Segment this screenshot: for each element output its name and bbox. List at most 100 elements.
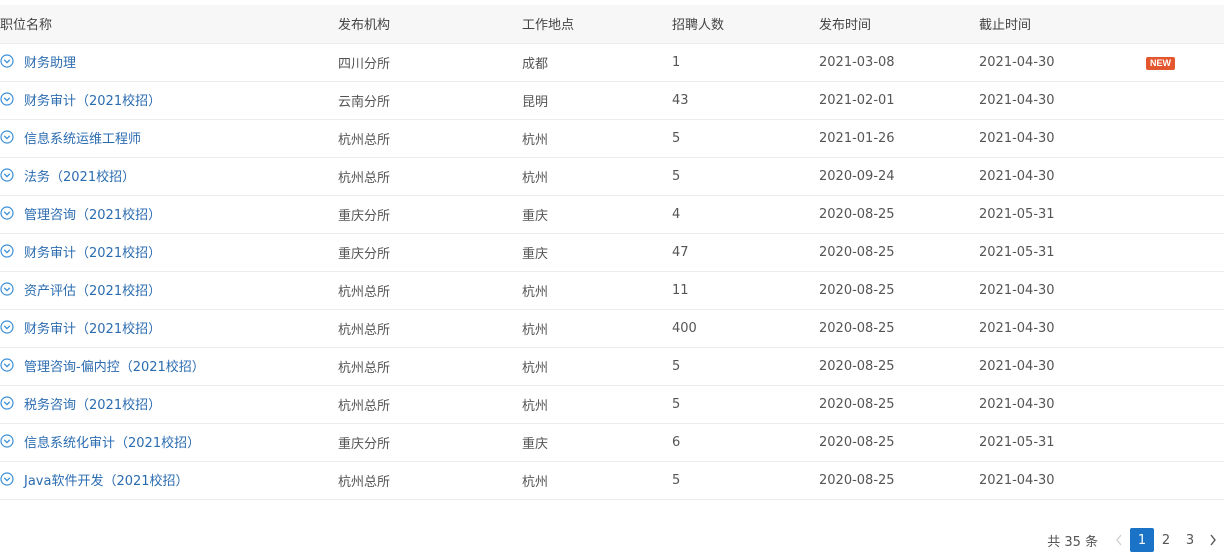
job-title-link[interactable]: Java软件开发（2021校招）: [24, 470, 189, 489]
job-badge-cell: [1141, 347, 1224, 385]
column-header-badge: [1141, 5, 1224, 44]
job-count-cell: 4: [672, 206, 681, 222]
chevron-down-circle-icon[interactable]: [0, 358, 14, 372]
job-location-cell: 昆明: [522, 94, 549, 110]
job-deadline-cell: 2021-04-30: [979, 396, 1055, 412]
job-title-link[interactable]: 财务审计（2021校招）: [24, 318, 161, 337]
job-name-wrap: 法务（2021校招）: [0, 166, 135, 185]
job-published-cell: 2020-08-25: [819, 320, 895, 336]
job-org-cell: 杭州总所: [338, 284, 391, 300]
job-org-cell: 杭州总所: [338, 322, 391, 338]
job-count-cell: 5: [672, 396, 681, 412]
job-location-cell: 成都: [522, 56, 549, 72]
chevron-left-icon: [1116, 534, 1122, 546]
job-org-cell: 杭州总所: [338, 132, 391, 148]
job-published-cell: 2020-08-25: [819, 472, 895, 488]
job-name-wrap: 财务审计（2021校招）: [0, 318, 161, 337]
job-published-cell: 2020-08-25: [819, 434, 895, 450]
chevron-down-circle-icon[interactable]: [0, 320, 14, 334]
job-org-cell: 重庆分所: [338, 436, 391, 452]
next-page-button[interactable]: [1202, 528, 1224, 552]
job-name-cell: 财务审计（2021校招）: [0, 81, 338, 119]
page-3-button[interactable]: 3: [1178, 528, 1202, 552]
job-count-cell: 6: [672, 434, 681, 450]
job-name-wrap: 财务审计（2021校招）: [0, 242, 161, 261]
job-title-link[interactable]: 财务审计（2021校招）: [24, 90, 161, 109]
job-name-cell: 财务助理: [0, 43, 338, 81]
chevron-down-circle-icon[interactable]: [0, 282, 14, 296]
job-location-cell: 杭州: [522, 360, 549, 376]
job-org-cell: 杭州总所: [338, 474, 391, 490]
job-count-cell: 43: [672, 92, 689, 108]
job-name-cell: 财务审计（2021校招）: [0, 233, 338, 271]
job-org-cell: 四川分所: [338, 56, 391, 72]
chevron-down-circle-icon[interactable]: [0, 206, 14, 220]
job-location-cell: 杭州: [522, 398, 549, 414]
job-location-cell: 重庆: [522, 436, 549, 452]
job-deadline-cell: 2021-05-31: [979, 206, 1055, 222]
job-org-cell: 杭州总所: [338, 360, 391, 376]
job-list-page: 职位名称 发布机构 工作地点 招聘人数 发布时间 截止时间 财务助理 四川分所 成都…: [0, 0, 1224, 556]
prev-page-button[interactable]: [1108, 528, 1130, 552]
job-published-cell: 2021-03-08: [819, 54, 895, 70]
job-title-link[interactable]: 财务助理: [24, 52, 76, 71]
job-badge-cell: [1141, 157, 1224, 195]
job-count-cell: 47: [672, 244, 689, 260]
chevron-down-circle-icon[interactable]: [0, 54, 14, 68]
page-1-button[interactable]: 1: [1130, 528, 1154, 552]
table-header: 职位名称 发布机构 工作地点 招聘人数 发布时间 截止时间: [0, 5, 1224, 44]
chevron-down-circle-icon[interactable]: [0, 168, 14, 182]
job-title-link[interactable]: 资产评估（2021校招）: [24, 280, 161, 299]
table-row: 财务助理 四川分所 成都 1 2021-03-08 2021-04-30 NEW: [0, 43, 1224, 81]
column-header-published: 发布时间: [819, 5, 979, 44]
new-badge: NEW: [1146, 56, 1175, 70]
chevron-down-circle-icon[interactable]: [0, 396, 14, 410]
job-title-link[interactable]: 税务咨询（2021校招）: [24, 394, 161, 413]
job-org-cell: 杭州总所: [338, 398, 391, 414]
job-title-link[interactable]: 管理咨询（2021校招）: [24, 204, 161, 223]
column-header-count: 招聘人数: [672, 5, 819, 44]
job-name-cell: 信息系统化审计（2021校招）: [0, 423, 338, 461]
job-location-cell: 杭州: [522, 284, 549, 300]
job-name-cell: 信息系统运维工程师: [0, 119, 338, 157]
table-row: 法务（2021校招） 杭州总所 杭州 5 2020-09-24 2021-04-30: [0, 157, 1224, 195]
job-location-cell: 杭州: [522, 170, 549, 186]
job-badge-cell: NEW: [1141, 43, 1224, 81]
job-published-cell: 2020-08-25: [819, 206, 895, 222]
job-title-link[interactable]: 管理咨询-偏内控（2021校招）: [24, 356, 205, 375]
job-badge-cell: [1141, 119, 1224, 157]
job-name-wrap: 资产评估（2021校招）: [0, 280, 161, 299]
job-badge-cell: [1141, 195, 1224, 233]
job-badge-cell: [1141, 461, 1224, 499]
job-name-cell: 资产评估（2021校招）: [0, 271, 338, 309]
job-name-wrap: 税务咨询（2021校招）: [0, 394, 161, 413]
chevron-down-circle-icon[interactable]: [0, 130, 14, 144]
job-title-link[interactable]: 财务审计（2021校招）: [24, 242, 161, 261]
chevron-down-circle-icon[interactable]: [0, 244, 14, 258]
chevron-right-icon: [1210, 534, 1216, 546]
job-deadline-cell: 2021-05-31: [979, 434, 1055, 450]
table-row: 信息系统运维工程师 杭州总所 杭州 5 2021-01-26 2021-04-30: [0, 119, 1224, 157]
job-title-link[interactable]: 信息系统运维工程师: [24, 128, 141, 147]
job-deadline-cell: 2021-04-30: [979, 282, 1055, 298]
job-title-link[interactable]: 信息系统化审计（2021校招）: [24, 432, 200, 451]
chevron-down-circle-icon[interactable]: [0, 472, 14, 486]
job-location-cell: 杭州: [522, 132, 549, 148]
job-name-wrap: 信息系统化审计（2021校招）: [0, 432, 200, 451]
job-published-cell: 2020-08-25: [819, 396, 895, 412]
job-name-wrap: Java软件开发（2021校招）: [0, 470, 189, 489]
chevron-down-circle-icon[interactable]: [0, 434, 14, 448]
job-name-cell: 法务（2021校招）: [0, 157, 338, 195]
chevron-down-circle-icon[interactable]: [0, 92, 14, 106]
job-badge-cell: [1141, 233, 1224, 271]
job-org-cell: 重庆分所: [338, 246, 391, 262]
job-name-wrap: 财务助理: [0, 52, 76, 71]
page-2-button[interactable]: 2: [1154, 528, 1178, 552]
job-count-cell: 5: [672, 358, 681, 374]
job-published-cell: 2020-08-25: [819, 282, 895, 298]
pagination: 共 35 条 1 2 3: [1047, 528, 1224, 552]
table-header-row: 职位名称 发布机构 工作地点 招聘人数 发布时间 截止时间: [0, 5, 1224, 44]
job-org-cell: 杭州总所: [338, 170, 391, 186]
table-row: 税务咨询（2021校招） 杭州总所 杭州 5 2020-08-25 2021-04-30: [0, 385, 1224, 423]
job-title-link[interactable]: 法务（2021校招）: [24, 166, 135, 185]
